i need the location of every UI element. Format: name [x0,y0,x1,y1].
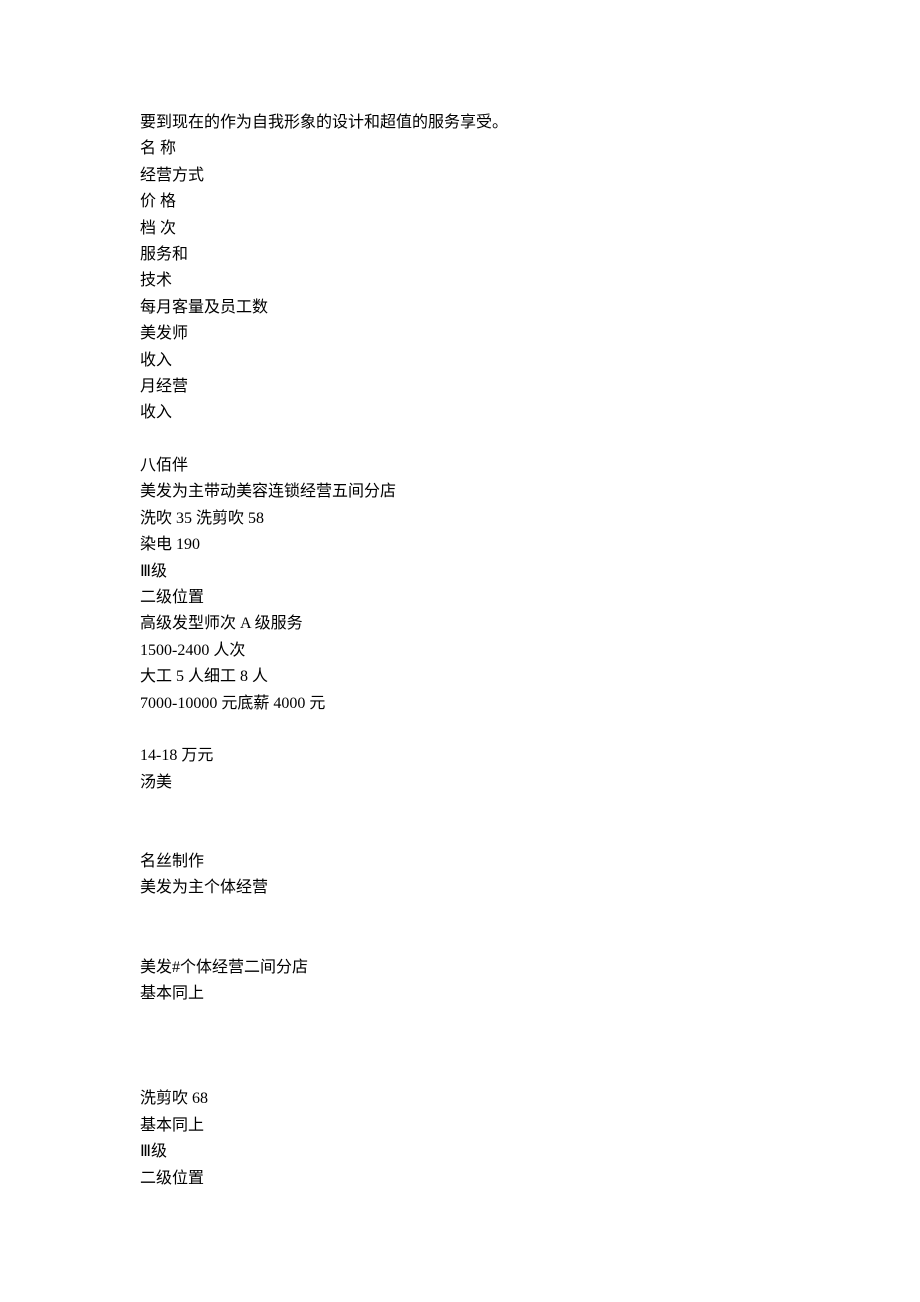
text-line: 要到现在的作为自我形象的设计和超值的服务享受。 [140,110,780,136]
text-line: 二级位置 [140,1166,780,1192]
text-line: 美发师 [140,321,780,347]
text-line: 月经营 [140,374,780,400]
text-line [140,823,780,849]
text-line [140,928,780,954]
text-line [140,717,780,743]
text-line: 染电 190 [140,532,780,558]
text-line: 7000-10000 元底薪 4000 元 [140,691,780,717]
text-line: 技术 [140,268,780,294]
text-line: 1500-2400 人次 [140,638,780,664]
text-line: 服务和 [140,242,780,268]
text-line: 洗吹 35 洗剪吹 58 [140,506,780,532]
text-line: Ⅲ级 [140,559,780,585]
text-line: 14-18 万元 [140,743,780,769]
text-line [140,1060,780,1086]
text-line: 洗剪吹 68 [140,1086,780,1112]
text-line: 收入 [140,348,780,374]
text-line: 美发为主个体经营 [140,875,780,901]
text-line: 美发为主带动美容连锁经营五间分店 [140,479,780,505]
text-line: 美发#个体经营二间分店 [140,955,780,981]
text-line: 基本同上 [140,981,780,1007]
text-line: 价 格 [140,189,780,215]
text-line [140,796,780,822]
text-line: Ⅲ级 [140,1139,780,1165]
text-line: 档 次 [140,216,780,242]
text-line: 二级位置 [140,585,780,611]
text-line: 名 称 [140,136,780,162]
text-line: 大工 5 人细工 8 人 [140,664,780,690]
text-line [140,1007,780,1033]
text-line: 基本同上 [140,1113,780,1139]
text-line [140,902,780,928]
text-line: 经营方式 [140,163,780,189]
text-line: 高级发型师次 A 级服务 [140,611,780,637]
text-line: 名丝制作 [140,849,780,875]
document-body: 要到现在的作为自我形象的设计和超值的服务享受。名 称经营方式价 格档 次服务和技… [140,110,780,1192]
text-line: 汤美 [140,770,780,796]
text-line [140,427,780,453]
text-line [140,1034,780,1060]
text-line: 收入 [140,400,780,426]
text-line: 每月客量及员工数 [140,295,780,321]
text-line: 八佰伴 [140,453,780,479]
